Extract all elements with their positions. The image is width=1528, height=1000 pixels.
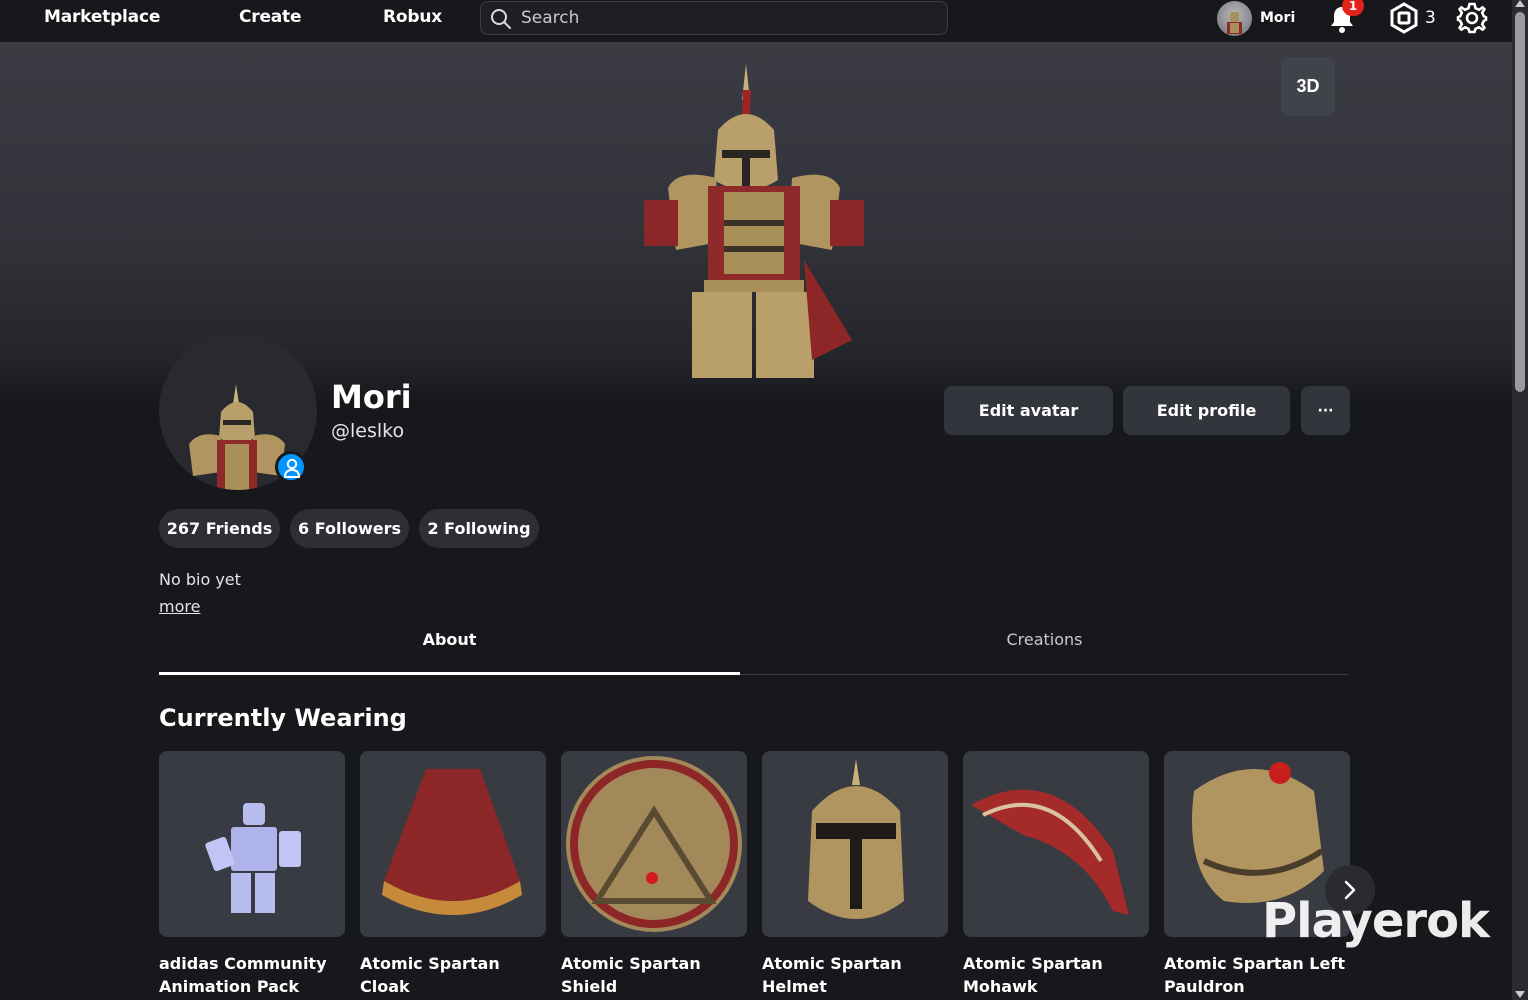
- nav-link-marketplace[interactable]: Marketplace: [44, 7, 160, 27]
- spartan-shield-icon: [566, 756, 742, 932]
- watermark-text: Playerok: [1262, 893, 1490, 949]
- spartan-helmet-icon: [808, 759, 904, 919]
- item-name[interactable]: Atomic Spartan Mohawk: [963, 952, 1149, 998]
- edit-profile-button[interactable]: Edit profile: [1123, 386, 1290, 435]
- friends-count-pill[interactable]: 267 Friends: [159, 509, 280, 548]
- tab-creations[interactable]: Creations: [740, 630, 1349, 649]
- wearing-item-card[interactable]: Atomic Spartan Mohawk: [963, 751, 1149, 998]
- avatar-thumbnail-icon: [1227, 12, 1242, 34]
- search-input[interactable]: [521, 6, 931, 30]
- top-navigation-bar: Marketplace Create Robux Mori 1 3: [0, 0, 1512, 42]
- wearing-item-card[interactable]: Atomic Spartan Helmet: [762, 751, 948, 998]
- item-name[interactable]: Atomic Spartan Cloak: [360, 952, 546, 998]
- nav-avatar[interactable]: [1217, 1, 1252, 36]
- bio-more-link[interactable]: more: [159, 597, 200, 616]
- robux-balance[interactable]: 3: [1425, 8, 1436, 28]
- nav-link-create[interactable]: Create: [239, 7, 302, 27]
- profile-display-name: Mori: [331, 378, 412, 416]
- wearing-item-card[interactable]: adidas Community Animation Pack: [159, 751, 345, 998]
- edit-avatar-button[interactable]: Edit avatar: [944, 386, 1113, 435]
- profile-bio: No bio yet: [159, 570, 241, 589]
- search-icon: [491, 9, 511, 29]
- settings-gear-icon[interactable]: [1455, 1, 1489, 35]
- scroll-up-arrow-icon[interactable]: [1515, 0, 1525, 7]
- currently-wearing-title: Currently Wearing: [159, 704, 407, 732]
- spartan-cloak-icon: [382, 769, 522, 915]
- wearing-item-card[interactable]: Atomic Spartan Cloak 135: [360, 751, 546, 1000]
- robux-icon[interactable]: [1388, 2, 1420, 34]
- item-thumbnail[interactable]: [561, 751, 747, 937]
- page-scrollbar-thumb[interactable]: [1515, 12, 1525, 392]
- followers-count-pill[interactable]: 6 Followers: [290, 509, 409, 548]
- animation-pack-figure-icon: [205, 803, 301, 913]
- wearing-item-card[interactable]: Atomic Spartan Shield 135: [561, 751, 747, 1000]
- nav-link-robux[interactable]: Robux: [383, 7, 442, 27]
- item-name[interactable]: adidas Community Animation Pack: [159, 952, 345, 998]
- item-name[interactable]: Atomic Spartan Shield: [561, 952, 747, 998]
- spartan-mohawk-icon: [971, 789, 1129, 915]
- scroll-down-arrow-icon[interactable]: [1515, 991, 1525, 998]
- item-thumbnail[interactable]: [963, 751, 1149, 937]
- online-presence-badge: [275, 451, 307, 483]
- following-count-pill[interactable]: 2 Following: [419, 509, 539, 548]
- search-box[interactable]: [480, 1, 948, 35]
- nav-username[interactable]: Mori: [1260, 10, 1295, 26]
- profile-username: @leslko: [331, 420, 405, 442]
- tab-about[interactable]: About: [159, 630, 740, 649]
- active-tab-indicator: [159, 672, 740, 675]
- item-thumbnail[interactable]: [159, 751, 345, 937]
- wearing-item-card[interactable]: Atomic Spartan Left Pauldron: [1164, 751, 1350, 998]
- item-name[interactable]: Atomic Spartan Helmet: [762, 952, 948, 998]
- more-options-button[interactable]: ···: [1301, 386, 1350, 435]
- view-mode-3d-button[interactable]: 3D: [1281, 57, 1335, 116]
- avatar-3d-render[interactable]: [638, 60, 870, 385]
- item-thumbnail[interactable]: [360, 751, 546, 937]
- user-presence-icon: [283, 458, 301, 478]
- notification-badge: 1: [1342, 0, 1364, 16]
- item-thumbnail[interactable]: [762, 751, 948, 937]
- item-name[interactable]: Atomic Spartan Left Pauldron: [1164, 952, 1350, 998]
